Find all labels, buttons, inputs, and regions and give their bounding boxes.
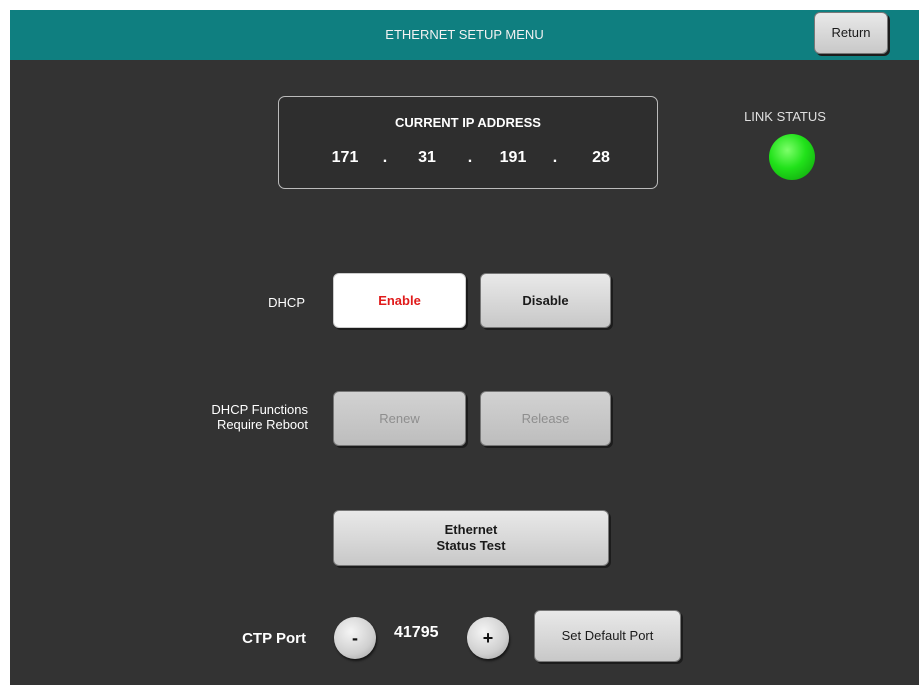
ip-separator: . [382,149,388,166]
ip-octet-1: 171 [331,149,359,166]
link-status-label: LINK STATUS [744,109,826,124]
dhcp-disable-button[interactable]: Disable [480,273,611,328]
renew-button[interactable]: Renew [333,391,466,446]
ethernet-status-test-button[interactable]: Ethernet Status Test [333,510,609,566]
ctp-port-value: 41795 [394,624,439,641]
dhcp-functions-label: DHCP Functions Require Reboot [211,402,308,432]
release-button[interactable]: Release [480,391,611,446]
ip-octet-4: 28 [592,149,610,166]
port-decrement-button[interactable]: - [334,617,376,659]
current-ip-panel: CURRENT IP ADDRESS 171 . 31 . 191 . 28 [278,96,658,189]
ip-separator: . [552,149,558,166]
ip-octet-3: 191 [499,149,527,166]
dhcp-enable-button[interactable]: Enable [333,273,466,328]
current-ip-label: CURRENT IP ADDRESS [395,115,541,130]
port-increment-button[interactable]: + [467,617,509,659]
return-button[interactable]: Return [814,12,888,54]
ip-octet-2: 31 [418,149,436,166]
page-title: ETHERNET SETUP MENU [385,27,544,42]
ctp-port-label: CTP Port [242,630,306,647]
ip-separator: . [467,149,473,166]
set-default-port-button[interactable]: Set Default Port [534,610,681,662]
ethernet-setup-screen: ETHERNET SETUP MENU Return CURRENT IP AD… [10,10,919,685]
dhcp-label: DHCP [268,295,305,310]
header-bar: ETHERNET SETUP MENU Return [10,10,919,60]
link-status-led [769,134,815,180]
